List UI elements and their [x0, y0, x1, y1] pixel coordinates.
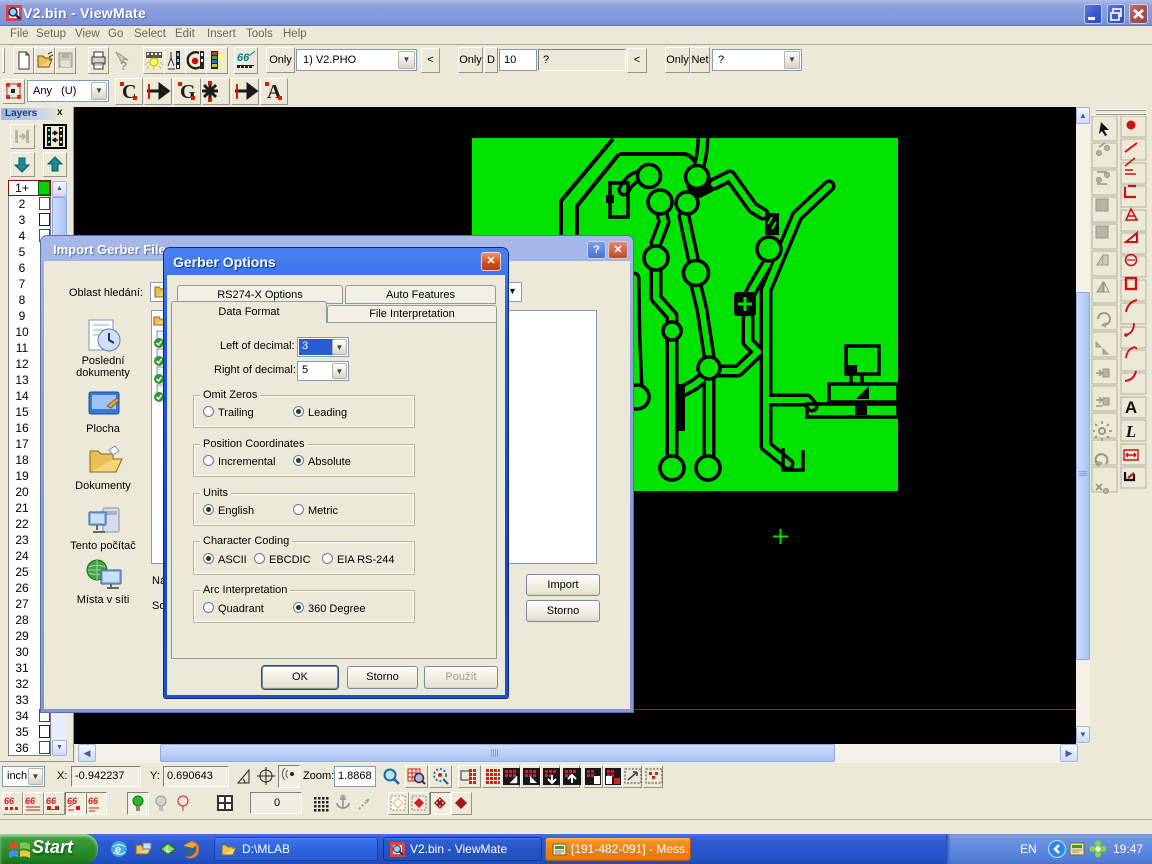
svg-text:?: ?	[120, 59, 127, 73]
svg-text:A: A	[1125, 398, 1137, 417]
svg-text:66: 66	[46, 796, 57, 806]
svg-text:66: 66	[25, 796, 36, 806]
svg-text:L: L	[166, 845, 171, 854]
svg-text:L: L	[1125, 422, 1136, 441]
svg-text:66: 66	[4, 796, 15, 806]
svg-text:66: 66	[88, 796, 99, 806]
svg-text:66: 66	[237, 52, 250, 64]
svg-text:e: e	[115, 844, 121, 856]
